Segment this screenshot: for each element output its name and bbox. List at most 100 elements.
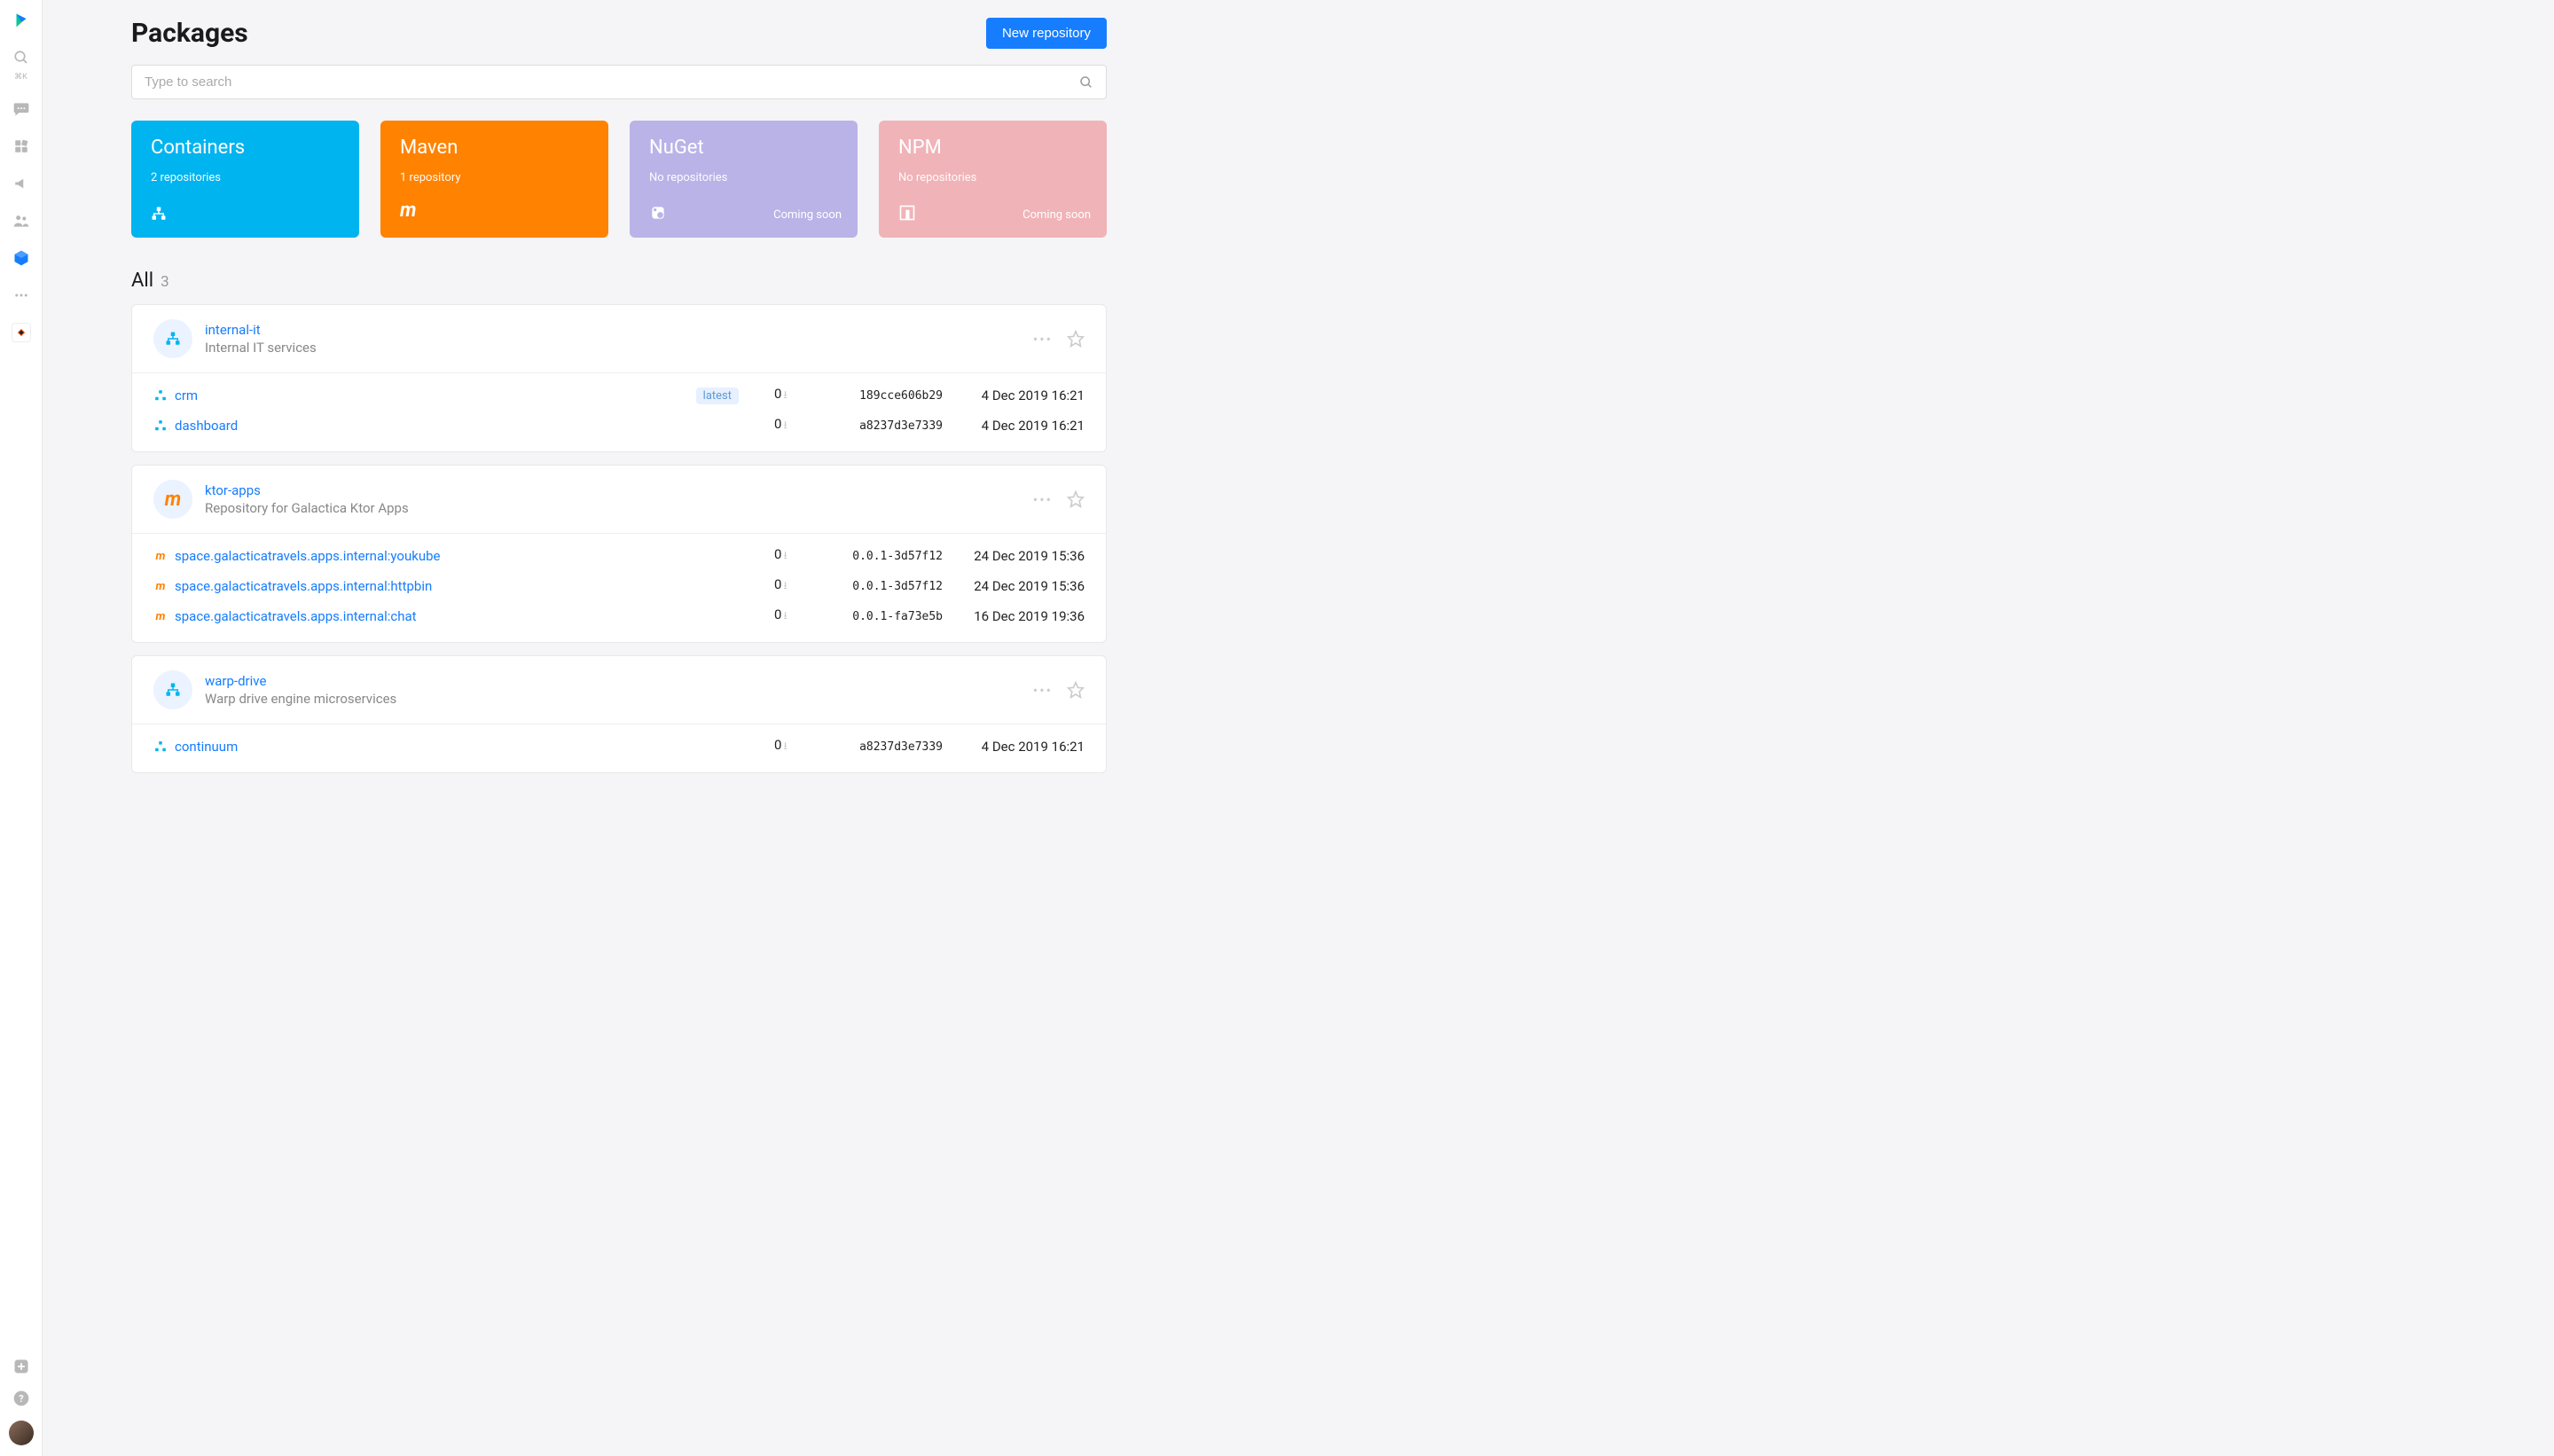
more-button[interactable]: ••• (1033, 331, 1053, 348)
repo-type-icon (153, 670, 192, 709)
package-row[interactable]: crm latest 0⭳ 189cce606b29 4 Dec 2019 16… (153, 380, 1085, 411)
package-downloads: 0⭳ (774, 607, 819, 626)
section-header: All 3 (131, 270, 1107, 292)
search-input[interactable] (145, 74, 1079, 90)
repo-card: warp-drive Warp drive engine microservic… (131, 655, 1107, 773)
package-type-icon (153, 740, 168, 754)
star-button[interactable] (1067, 330, 1085, 348)
repo-header[interactable]: m ktor-apps Repository for Galactica Kto… (132, 466, 1106, 534)
package-name: continuum (175, 739, 238, 755)
apps-icon[interactable] (12, 137, 31, 156)
package-row[interactable]: continuum 0⭳ a8237d3e7339 4 Dec 2019 16:… (153, 732, 1085, 762)
diamond-icon[interactable] (12, 323, 31, 342)
avatar[interactable] (9, 1421, 34, 1445)
package-name: space.galacticatravels.apps.internal:htt… (175, 578, 432, 594)
coming-soon-label: Coming soon (773, 208, 842, 222)
package-tag: latest (696, 387, 739, 404)
repo-description: Repository for Galactica Ktor Apps (205, 500, 409, 516)
section-title: All (131, 270, 153, 292)
repo-name: internal-it (205, 322, 317, 338)
package-name: space.galacticatravels.apps.internal:you… (175, 548, 440, 564)
search-icon[interactable] (12, 48, 31, 67)
package-version: 0.0.1-3d57f12 (819, 580, 943, 593)
add-icon[interactable] (12, 1357, 31, 1376)
category-icon: m (400, 200, 589, 222)
packages-icon[interactable] (12, 248, 31, 268)
package-version: 189cce606b29 (819, 389, 943, 403)
package-downloads: 0⭳ (774, 416, 819, 435)
download-icon: ⭳ (783, 549, 787, 561)
download-icon: ⭳ (783, 388, 787, 401)
package-row[interactable]: m space.galacticatravels.apps.internal:h… (153, 571, 1085, 601)
repo-description: Internal IT services (205, 340, 317, 356)
chat-icon[interactable] (12, 99, 31, 119)
package-name: dashboard (175, 418, 238, 434)
package-downloads: 0⭳ (774, 737, 819, 756)
main-content: Packages New repository Containers 2 rep… (43, 0, 1195, 803)
search-bar[interactable] (131, 65, 1107, 99)
star-button[interactable] (1067, 490, 1085, 508)
repo-header[interactable]: warp-drive Warp drive engine microservic… (132, 656, 1106, 724)
star-button[interactable] (1067, 681, 1085, 699)
search-shortcut: ⌘K (14, 73, 27, 82)
repo-type-icon (153, 319, 192, 358)
category-title: Maven (400, 137, 589, 159)
category-sub: No repositories (649, 171, 838, 184)
more-button[interactable]: ••• (1033, 682, 1053, 699)
announce-icon[interactable] (12, 174, 31, 193)
package-name: crm (175, 387, 198, 403)
team-icon[interactable] (12, 211, 31, 231)
more-icon[interactable] (12, 286, 31, 305)
sidebar: ⌘K ? (0, 0, 43, 1456)
package-list: m space.galacticatravels.apps.internal:y… (132, 534, 1106, 642)
package-type-icon: m (153, 549, 168, 563)
package-date: 4 Dec 2019 16:21 (952, 387, 1085, 403)
category-card-nuget[interactable]: NuGet No repositories Coming soon (630, 121, 858, 238)
search-button-icon[interactable] (1079, 75, 1093, 90)
package-row[interactable]: m space.galacticatravels.apps.internal:y… (153, 541, 1085, 571)
category-sub: 2 repositories (151, 171, 340, 184)
package-downloads: 0⭳ (774, 546, 819, 566)
download-icon: ⭳ (783, 579, 787, 591)
repo-list: internal-it Internal IT services ••• crm… (131, 304, 1107, 773)
package-version: 0.0.1-3d57f12 (819, 550, 943, 563)
category-card-maven[interactable]: Maven 1 repository m (380, 121, 608, 238)
package-date: 24 Dec 2019 15:36 (952, 548, 1085, 564)
repo-card: m ktor-apps Repository for Galactica Kto… (131, 465, 1107, 643)
categories-row: Containers 2 repositories Maven 1 reposi… (131, 121, 1107, 238)
package-date: 16 Dec 2019 19:36 (952, 608, 1085, 624)
package-type-icon (153, 419, 168, 433)
repo-description: Warp drive engine microservices (205, 691, 396, 707)
help-icon[interactable]: ? (12, 1389, 31, 1408)
package-row[interactable]: m space.galacticatravels.apps.internal:c… (153, 601, 1085, 631)
package-row[interactable]: dashboard 0⭳ a8237d3e7339 4 Dec 2019 16:… (153, 411, 1085, 441)
category-title: Containers (151, 137, 340, 159)
package-date: 4 Dec 2019 16:21 (952, 418, 1085, 434)
package-list: crm latest 0⭳ 189cce606b29 4 Dec 2019 16… (132, 373, 1106, 451)
package-name: space.galacticatravels.apps.internal:cha… (175, 608, 417, 624)
section-count: 3 (161, 273, 169, 291)
package-downloads: 0⭳ (774, 576, 819, 596)
package-list: continuum 0⭳ a8237d3e7339 4 Dec 2019 16:… (132, 724, 1106, 772)
category-icon (151, 206, 340, 222)
download-icon: ⭳ (783, 609, 787, 622)
package-type-icon: m (153, 609, 168, 623)
repo-header[interactable]: internal-it Internal IT services ••• (132, 305, 1106, 373)
repo-name: warp-drive (205, 673, 396, 689)
page-header: Packages New repository (131, 18, 1107, 49)
category-card-npm[interactable]: NPM No repositories Coming soon (879, 121, 1107, 238)
package-version: a8237d3e7339 (819, 740, 943, 754)
package-version: a8237d3e7339 (819, 419, 943, 433)
repo-type-icon: m (153, 480, 192, 519)
category-card-containers[interactable]: Containers 2 repositories (131, 121, 359, 238)
package-date: 4 Dec 2019 16:21 (952, 739, 1085, 755)
package-downloads: 0⭳ (774, 386, 819, 405)
more-button[interactable]: ••• (1033, 491, 1053, 508)
category-sub: 1 repository (400, 171, 589, 184)
page-title: Packages (131, 18, 248, 49)
repo-name: ktor-apps (205, 482, 409, 498)
category-title: NuGet (649, 137, 838, 159)
new-repository-button[interactable]: New repository (986, 18, 1107, 49)
download-icon: ⭳ (783, 419, 787, 431)
logo-icon[interactable] (12, 11, 31, 30)
